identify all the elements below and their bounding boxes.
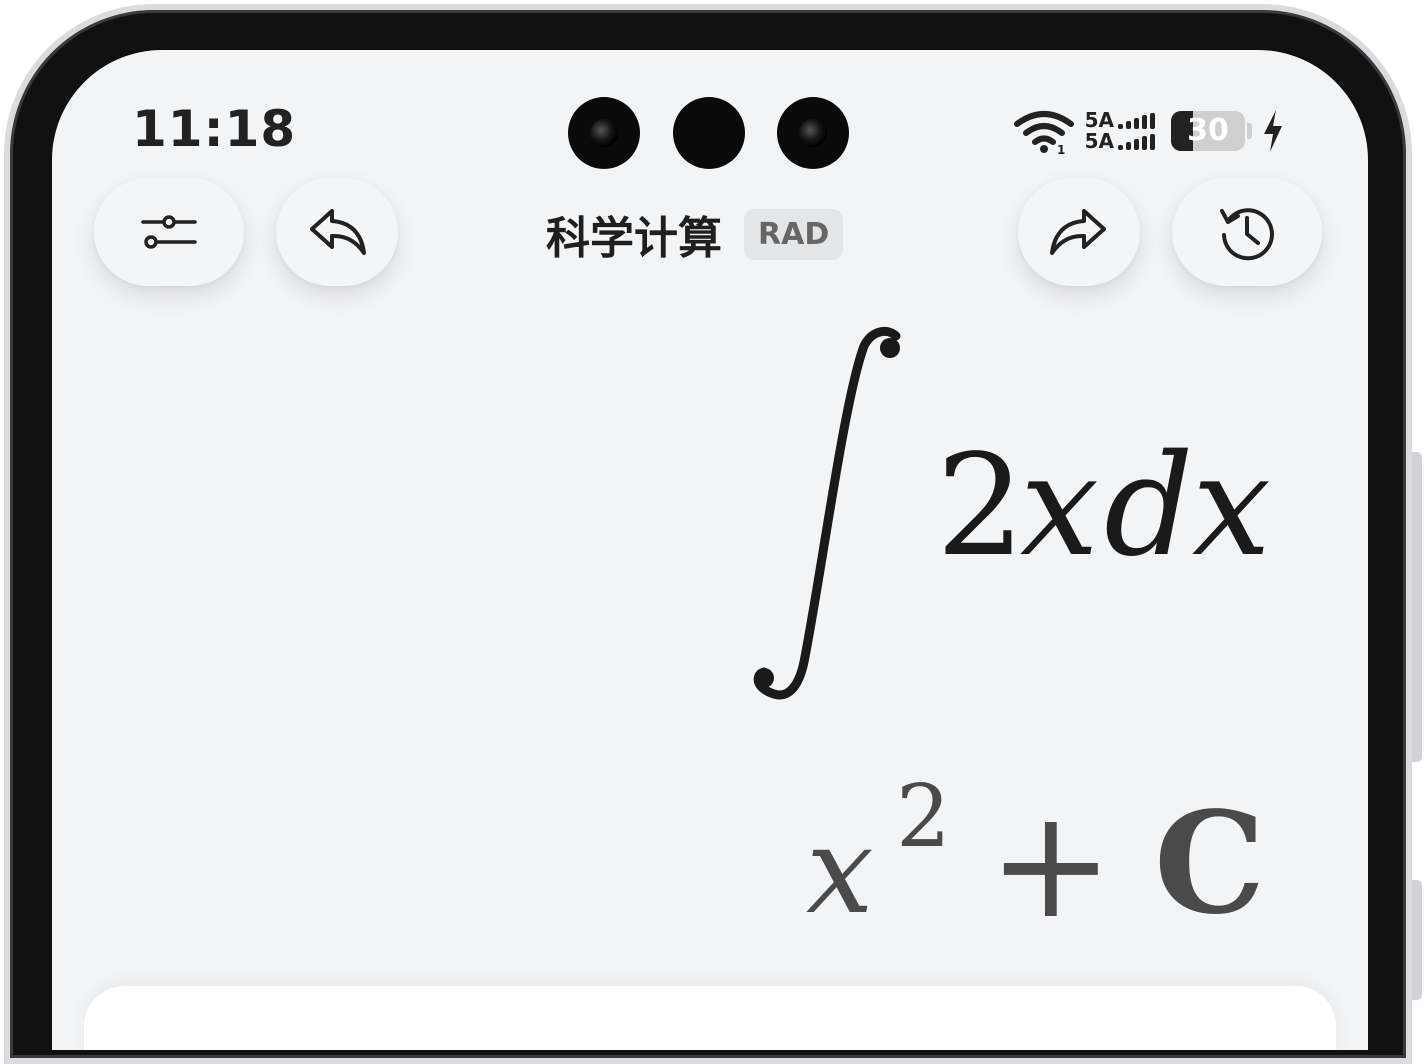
integral-sign <box>753 326 901 700</box>
screen: 11:18 1 5A 5A 30 科学计算 RAD 2 x d x x 2 + … <box>52 50 1368 1050</box>
expression-display: 2 x d x x 2 + C <box>753 326 1271 952</box>
result-constant: C <box>1154 782 1265 946</box>
keypad-panel <box>84 986 1336 1050</box>
phone-side-button <box>1412 452 1422 762</box>
result-operator: + <box>988 778 1114 952</box>
result-exponent: 2 <box>896 767 951 867</box>
integrand-variable: x <box>1020 425 1099 588</box>
result-variable: x <box>806 802 874 941</box>
phone-side-button-lower <box>1412 880 1422 1000</box>
differential-variable: x <box>1192 425 1271 588</box>
integrand-coefficient: 2 <box>936 425 1025 588</box>
differential-d: d <box>1104 425 1194 588</box>
